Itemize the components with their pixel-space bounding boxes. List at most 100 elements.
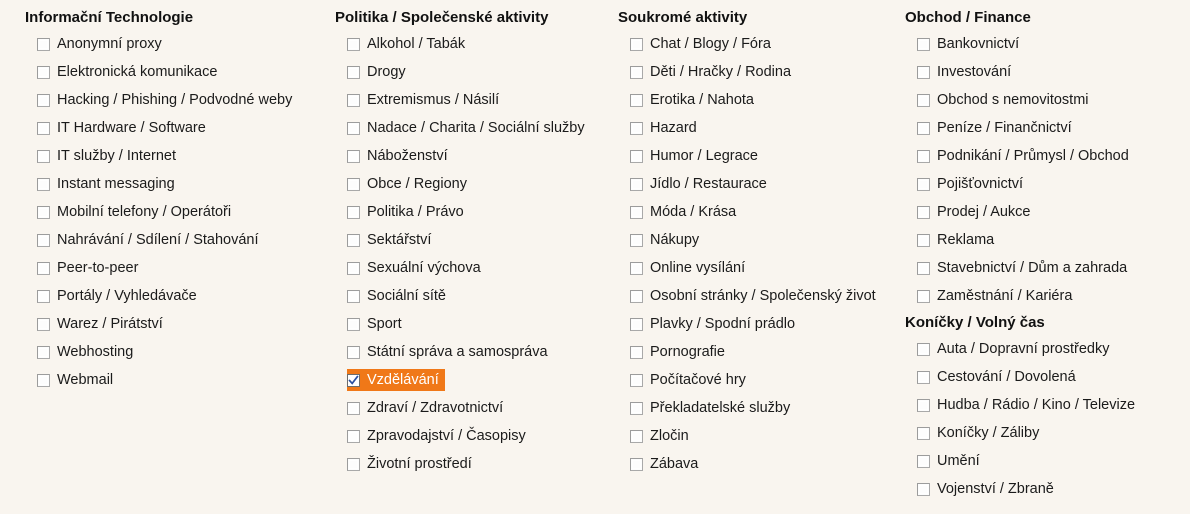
category-item[interactable]: Náboženství — [347, 145, 454, 167]
category-item[interactable]: Děti / Hračky / Rodina — [630, 61, 797, 83]
category-item[interactable]: Peer-to-peer — [37, 257, 144, 279]
category-item[interactable]: Portály / Vyhledávače — [37, 285, 203, 307]
checkbox-unchecked-icon[interactable] — [917, 261, 930, 275]
checkbox-unchecked-icon[interactable] — [630, 37, 643, 51]
category-item[interactable]: Elektronická komunikace — [37, 61, 223, 83]
category-item[interactable]: Umění — [917, 450, 986, 472]
checkbox-unchecked-icon[interactable] — [37, 65, 50, 79]
category-item[interactable]: Překladatelské služby — [630, 397, 796, 419]
category-item[interactable]: IT služby / Internet — [37, 145, 182, 167]
category-item[interactable]: Zločin — [630, 425, 695, 447]
checkbox-unchecked-icon[interactable] — [630, 149, 643, 163]
category-item[interactable]: Pornografie — [630, 341, 731, 363]
checkbox-unchecked-icon[interactable] — [37, 93, 50, 107]
checkbox-unchecked-icon[interactable] — [37, 149, 50, 163]
category-item[interactable]: Sektářství — [347, 229, 437, 251]
category-item[interactable]: Sociální sítě — [347, 285, 452, 307]
checkbox-unchecked-icon[interactable] — [347, 261, 360, 275]
checkbox-unchecked-icon[interactable] — [347, 401, 360, 415]
category-item[interactable]: Nadace / Charita / Sociální služby — [347, 117, 591, 139]
checkbox-unchecked-icon[interactable] — [630, 121, 643, 135]
category-item[interactable]: Zábava — [630, 453, 704, 475]
checkbox-unchecked-icon[interactable] — [917, 426, 930, 440]
category-item[interactable]: Erotika / Nahota — [630, 89, 760, 111]
category-item[interactable]: Vojenství / Zbraně — [917, 478, 1060, 500]
checkbox-unchecked-icon[interactable] — [347, 177, 360, 191]
category-item[interactable]: Mobilní telefony / Operátoři — [37, 201, 237, 223]
category-item[interactable]: Humor / Legrace — [630, 145, 764, 167]
checkbox-unchecked-icon[interactable] — [917, 93, 930, 107]
category-item[interactable]: Obchod s nemovitostmi — [917, 89, 1095, 111]
checkbox-unchecked-icon[interactable] — [917, 482, 930, 496]
checkbox-unchecked-icon[interactable] — [37, 373, 50, 387]
checkbox-unchecked-icon[interactable] — [917, 398, 930, 412]
checkbox-unchecked-icon[interactable] — [347, 205, 360, 219]
checkbox-unchecked-icon[interactable] — [347, 149, 360, 163]
category-item[interactable]: Drogy — [347, 61, 412, 83]
category-item[interactable]: Zpravodajství / Časopisy — [347, 425, 532, 447]
checkbox-unchecked-icon[interactable] — [630, 401, 643, 415]
checkbox-unchecked-icon[interactable] — [917, 177, 930, 191]
checkbox-unchecked-icon[interactable] — [347, 93, 360, 107]
checkbox-unchecked-icon[interactable] — [347, 65, 360, 79]
category-item[interactable]: Počítačové hry — [630, 369, 752, 391]
checkbox-unchecked-icon[interactable] — [630, 373, 643, 387]
category-item[interactable]: Zaměstnání / Kariéra — [917, 285, 1078, 307]
checkbox-unchecked-icon[interactable] — [37, 37, 50, 51]
checkbox-unchecked-icon[interactable] — [347, 289, 360, 303]
checkbox-unchecked-icon[interactable] — [630, 65, 643, 79]
category-item[interactable]: Pojišťovnictví — [917, 173, 1029, 195]
checkbox-unchecked-icon[interactable] — [917, 289, 930, 303]
checkbox-unchecked-icon[interactable] — [37, 177, 50, 191]
checkbox-unchecked-icon[interactable] — [630, 205, 643, 219]
category-item[interactable]: Bankovnictví — [917, 33, 1025, 55]
category-item[interactable]: Nákupy — [630, 229, 705, 251]
category-item[interactable]: Státní správa a samospráva — [347, 341, 554, 363]
checkbox-unchecked-icon[interactable] — [630, 177, 643, 191]
category-item[interactable]: Koníčky / Záliby — [917, 422, 1045, 444]
category-item[interactable]: Webhosting — [37, 341, 139, 363]
category-item[interactable]: Instant messaging — [37, 173, 181, 195]
category-item[interactable]: Stavebnictví / Dům a zahrada — [917, 257, 1133, 279]
checkbox-unchecked-icon[interactable] — [347, 233, 360, 247]
category-item[interactable]: Reklama — [917, 229, 1000, 251]
checkbox-unchecked-icon[interactable] — [37, 121, 50, 135]
checkbox-unchecked-icon[interactable] — [917, 454, 930, 468]
category-item[interactable]: Peníze / Finančnictví — [917, 117, 1078, 139]
checkbox-unchecked-icon[interactable] — [630, 261, 643, 275]
category-item[interactable]: Móda / Krása — [630, 201, 742, 223]
checkbox-unchecked-icon[interactable] — [37, 233, 50, 247]
category-item[interactable]: Podnikání / Průmysl / Obchod — [917, 145, 1135, 167]
category-item[interactable]: Sexuální výchova — [347, 257, 487, 279]
category-item[interactable]: Zdraví / Zdravotnictví — [347, 397, 509, 419]
category-item[interactable]: Osobní stránky / Společenský život — [630, 285, 882, 307]
checkbox-unchecked-icon[interactable] — [917, 149, 930, 163]
checkbox-checked-icon[interactable] — [347, 373, 360, 387]
category-item[interactable]: Hacking / Phishing / Podvodné weby — [37, 89, 298, 111]
category-item[interactable]: Nahrávání / Sdílení / Stahování — [37, 229, 265, 251]
category-item[interactable]: Alkohol / Tabák — [347, 33, 471, 55]
category-item-selected[interactable]: Vzdělávání — [347, 369, 445, 391]
category-item[interactable]: Životní prostředí — [347, 453, 478, 475]
checkbox-unchecked-icon[interactable] — [37, 289, 50, 303]
checkbox-unchecked-icon[interactable] — [630, 93, 643, 107]
category-item[interactable]: Warez / Pirátství — [37, 313, 169, 335]
checkbox-unchecked-icon[interactable] — [347, 121, 360, 135]
checkbox-unchecked-icon[interactable] — [917, 233, 930, 247]
category-item[interactable]: Sport — [347, 313, 408, 335]
checkbox-unchecked-icon[interactable] — [630, 457, 643, 471]
category-item[interactable]: Cestování / Dovolená — [917, 366, 1082, 388]
category-item[interactable]: Investování — [917, 61, 1017, 83]
checkbox-unchecked-icon[interactable] — [630, 429, 643, 443]
checkbox-unchecked-icon[interactable] — [630, 317, 643, 331]
checkbox-unchecked-icon[interactable] — [917, 121, 930, 135]
category-item[interactable]: Jídlo / Restaurace — [630, 173, 773, 195]
checkbox-unchecked-icon[interactable] — [347, 457, 360, 471]
category-item[interactable]: Hazard — [630, 117, 703, 139]
checkbox-unchecked-icon[interactable] — [347, 317, 360, 331]
category-item[interactable]: Hudba / Rádio / Kino / Televize — [917, 394, 1141, 416]
checkbox-unchecked-icon[interactable] — [630, 233, 643, 247]
checkbox-unchecked-icon[interactable] — [917, 205, 930, 219]
category-item[interactable]: Plavky / Spodní prádlo — [630, 313, 801, 335]
checkbox-unchecked-icon[interactable] — [347, 345, 360, 359]
